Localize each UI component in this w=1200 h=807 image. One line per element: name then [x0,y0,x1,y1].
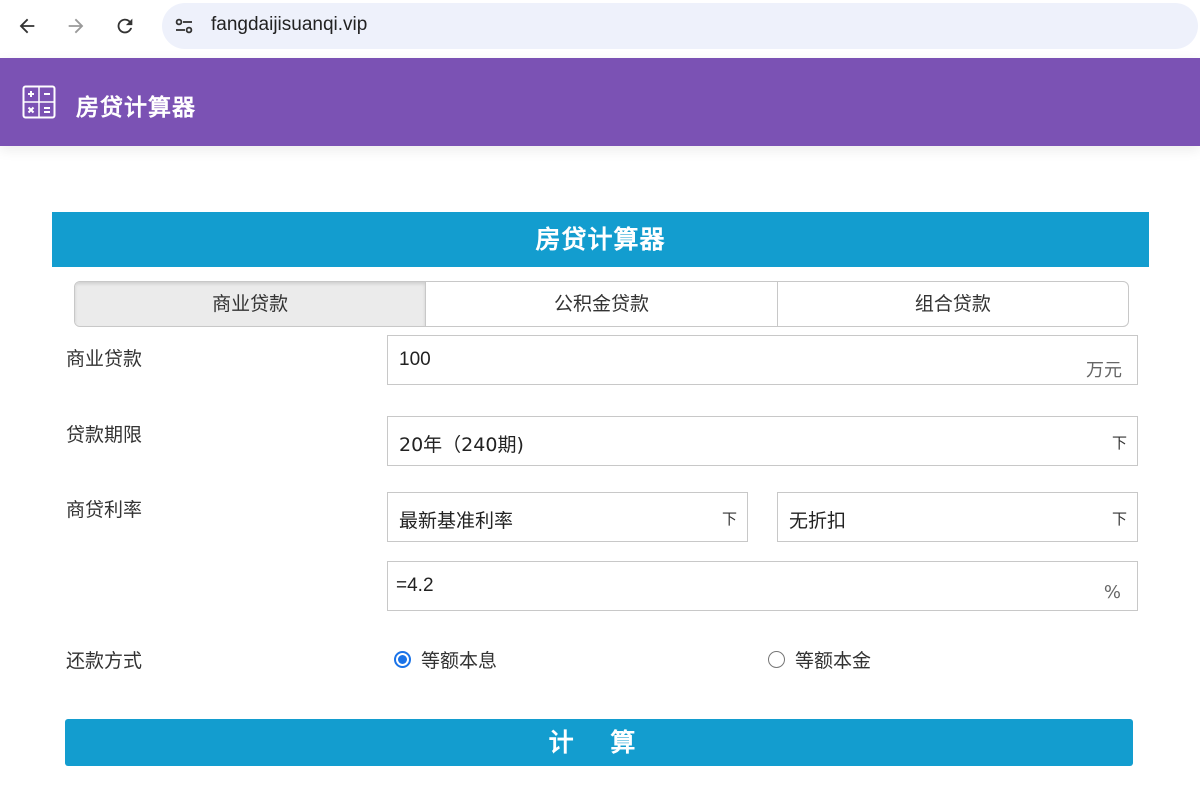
radio-equal-installment-label: 等额本息 [421,650,498,672]
app-header: 房贷计算器 [0,58,1200,146]
discount-select[interactable]: 无折扣 下 [777,492,1138,542]
address-bar[interactable]: fangdaijisuanqi.vip [162,3,1198,49]
calculator-title: 房贷计算器 [52,212,1149,267]
rate-unit: % [1103,582,1121,603]
back-icon[interactable] [11,10,43,42]
discount-dropdown-arrow: 下 [1111,510,1127,528]
loan-term-dropdown-arrow: 下 [1111,434,1127,452]
app-title: 房贷计算器 [76,95,196,121]
calculate-button[interactable]: 计 算 [65,719,1133,766]
rate-label: 商贷利率 [66,499,143,521]
loan-amount-input[interactable]: 100 万元 [387,335,1138,385]
loan-amount-label: 商业贷款 [66,348,143,370]
url-text: fangdaijisuanqi.vip [211,14,368,35]
tab-commercial-loan[interactable]: 商业贷款 [75,282,427,326]
rate-type-dropdown-arrow: 下 [721,510,737,528]
rate-type-select[interactable]: 最新基准利率 下 [387,492,748,542]
radio-equal-principal-label: 等额本金 [795,650,872,672]
tab-provident-fund-loan[interactable]: 公积金贷款 [426,282,778,326]
radio-equal-installment[interactable]: 等额本息 [394,646,497,673]
rate-type-value: 最新基准利率 [399,510,514,532]
site-settings-icon[interactable] [172,14,196,38]
forward-icon[interactable] [60,10,92,42]
loan-term-label: 贷款期限 [66,424,143,446]
repayment-label: 还款方式 [66,650,143,672]
rate-value: =4.2 [396,575,434,596]
radio-equal-principal[interactable]: 等额本金 [768,646,871,673]
loan-term-select[interactable]: 20年（240期) 下 [387,416,1138,466]
radio-button-checked[interactable] [394,651,411,668]
discount-value: 无折扣 [789,510,847,532]
loan-type-tabs: 商业贷款 公积金贷款 组合贷款 [74,281,1129,327]
loan-amount-unit: 万元 [1086,360,1122,381]
browser-toolbar: fangdaijisuanqi.vip [0,0,1200,58]
calculator-icon [22,85,56,119]
radio-button[interactable] [768,651,785,668]
reload-icon[interactable] [109,10,141,42]
rate-value-input[interactable]: =4.2 % [387,561,1138,611]
loan-amount-value: 100 [399,349,431,370]
loan-term-value: 20年（240期) [399,434,524,456]
tab-combined-loan[interactable]: 组合贷款 [778,282,1128,326]
